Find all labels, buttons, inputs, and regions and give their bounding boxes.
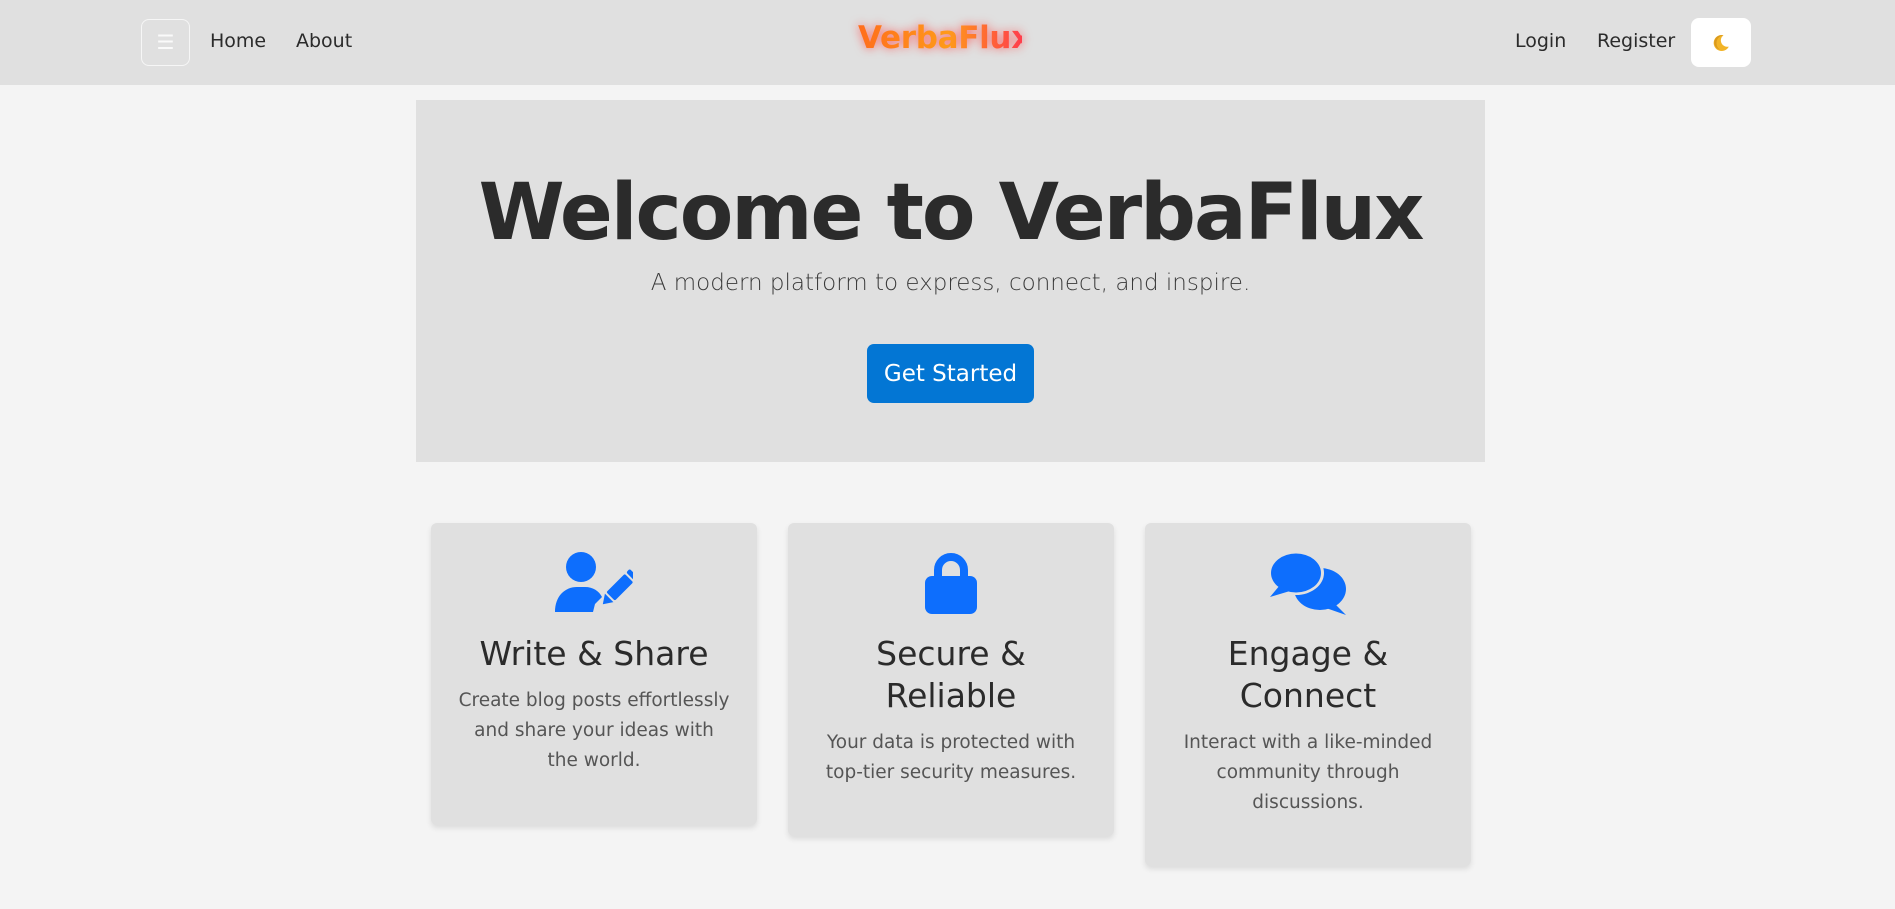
hero-subtitle: A modern platform to express, connect, a… bbox=[650, 270, 1251, 296]
comments-icon bbox=[1268, 551, 1346, 615]
lock-icon bbox=[925, 553, 977, 614]
get-started-button[interactable]: Get Started bbox=[867, 344, 1034, 403]
navbar: ☰ Home About VerbaFlux Login Register bbox=[0, 0, 1895, 85]
card-title: Engage & Connect bbox=[1227, 634, 1389, 715]
card-description: Your data is protected with top-tier sec… bbox=[825, 732, 1077, 783]
user-pen-icon bbox=[555, 552, 633, 612]
moon-icon bbox=[1713, 34, 1729, 51]
hamburger-icon: ☰ bbox=[156, 31, 175, 54]
card-description: Interact with a like-minded community th… bbox=[1183, 732, 1433, 813]
feature-card-engage: Engage & Connect Interact with a like-mi… bbox=[1145, 523, 1471, 866]
register-link[interactable]: Register bbox=[1597, 30, 1675, 52]
nav-link-about[interactable]: About bbox=[296, 30, 352, 52]
menu-toggle-button[interactable]: ☰ bbox=[141, 19, 190, 66]
card-title: Secure & Reliable bbox=[876, 634, 1026, 715]
card-description: Create blog posts effortlessly and share… bbox=[458, 690, 730, 771]
brand-logo[interactable]: VerbaFlux bbox=[858, 20, 1031, 56]
theme-toggle-button[interactable] bbox=[1691, 18, 1751, 67]
feature-card-secure: Secure & Reliable Your data is protected… bbox=[788, 523, 1114, 836]
nav-link-home[interactable]: Home bbox=[210, 30, 266, 52]
hero-title: Welcome to VerbaFlux bbox=[478, 168, 1425, 258]
card-title: Write & Share bbox=[479, 634, 709, 673]
login-link[interactable]: Login bbox=[1515, 30, 1566, 52]
hero-section: Welcome to VerbaFlux A modern platform t… bbox=[416, 100, 1485, 462]
feature-card-write: Write & Share Create blog posts effortle… bbox=[431, 523, 757, 825]
